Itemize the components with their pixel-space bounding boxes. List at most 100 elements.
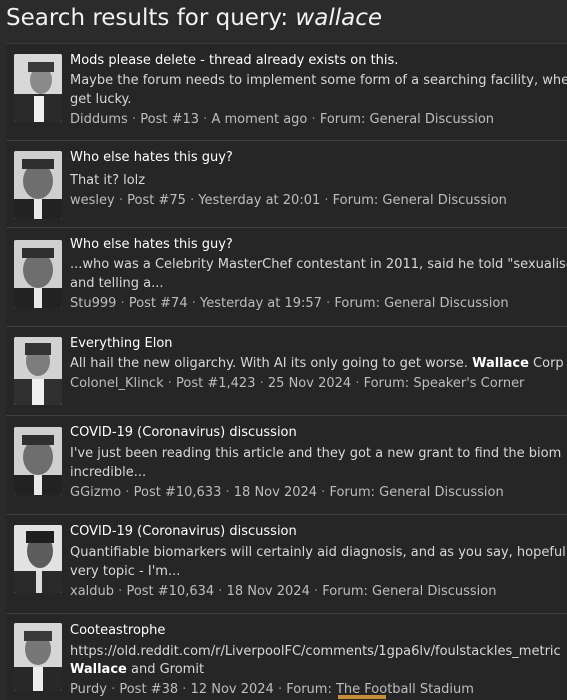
result-snippet-line: Quantifiable biomarkers will certainly a… xyxy=(70,545,566,560)
post-link[interactable]: Post #38 xyxy=(119,682,178,697)
author-link[interactable]: Purdy xyxy=(70,682,107,697)
forum-link[interactable]: Forum: General Discussion xyxy=(334,296,508,311)
forum-link[interactable]: Forum: General Discussion xyxy=(322,584,496,599)
result-snippet-line: I've just been reading this article and … xyxy=(70,446,562,461)
result-snippet-line: and telling a... xyxy=(70,276,164,291)
separator: · xyxy=(118,584,123,599)
result-text: COVID-19 (Coronavirus) discussion I've j… xyxy=(70,423,567,503)
result-title[interactable]: COVID-19 (Coronavirus) discussion xyxy=(70,522,567,542)
separator: · xyxy=(321,485,326,500)
separator: · xyxy=(167,376,172,391)
snippet-match: Wallace xyxy=(472,356,529,371)
snippet-text: All hail the new oligarchy. With AI its … xyxy=(70,356,473,371)
search-result-item[interactable]: Mods please delete - thread already exis… xyxy=(6,44,567,141)
result-text: Cooteastrophe https://old.reddit.com/r/L… xyxy=(70,621,567,700)
avatar[interactable] xyxy=(14,337,62,405)
separator: · xyxy=(120,296,125,311)
result-title[interactable]: COVID-19 (Coronavirus) discussion xyxy=(70,423,567,443)
result-title[interactable]: Who else hates this guy? xyxy=(70,235,567,255)
separator: · xyxy=(225,485,230,500)
post-time: A moment ago xyxy=(211,112,308,127)
separator: · xyxy=(277,682,283,697)
result-text: Who else hates this guy? That it? lolz w… xyxy=(70,148,567,211)
separator: · xyxy=(203,112,208,127)
snippet-text: and Gromit xyxy=(126,662,205,677)
author-link[interactable]: Colonel_Klinck xyxy=(70,376,164,391)
result-snippet-line: very topic - I'm... xyxy=(70,564,181,579)
search-result-item[interactable]: Who else hates this guy? That it? lolz w… xyxy=(6,141,567,228)
result-title[interactable]: Mods please delete - thread already exis… xyxy=(70,51,567,71)
result-meta: Diddums · Post #13 · A moment ago · Foru… xyxy=(70,110,567,130)
search-results-list: Mods please delete - thread already exis… xyxy=(6,43,567,700)
search-result-item[interactable]: Who else hates this guy? ...who was a Ce… xyxy=(6,228,567,327)
post-link[interactable]: Post #13 xyxy=(140,112,199,127)
result-text: Mods please delete - thread already exis… xyxy=(70,51,567,130)
author-link[interactable]: Diddums xyxy=(70,112,128,127)
author-link[interactable]: Stu999 xyxy=(70,296,116,311)
result-snippet-line: All hail the new oligarchy. With AI its … xyxy=(70,354,567,374)
separator: · xyxy=(125,485,130,500)
separator: · xyxy=(131,112,137,127)
snippet-text: Corp xyxy=(528,356,564,371)
page-title: Search results for query: wallace xyxy=(6,0,382,38)
separator: · xyxy=(311,112,316,127)
separator: · xyxy=(111,682,116,697)
avatar[interactable] xyxy=(14,525,62,593)
separator: · xyxy=(190,193,195,208)
post-time: Yesterday at 20:01 xyxy=(198,193,321,208)
result-snippet-line: Maybe the forum needs to implement some … xyxy=(70,73,567,88)
separator: · xyxy=(118,193,123,208)
forum-link[interactable]: Forum: General Discussion xyxy=(320,112,494,127)
post-link[interactable]: Post #75 xyxy=(127,193,186,208)
result-text: Who else hates this guy? ...who was a Ce… xyxy=(70,235,567,314)
result-text: Everything Elon All hail the new oligarc… xyxy=(70,334,567,394)
avatar[interactable] xyxy=(14,623,62,691)
result-meta: Purdy · Post #38 · 12 Nov 2024 · Forum: … xyxy=(70,680,567,700)
avatar[interactable] xyxy=(14,151,62,219)
avatar[interactable] xyxy=(14,240,62,308)
post-time: 18 Nov 2024 xyxy=(233,485,318,500)
result-snippet-line: ...who was a Celebrity MasterChef contes… xyxy=(70,257,567,272)
result-text: COVID-19 (Coronavirus) discussion Quanti… xyxy=(70,522,567,602)
separator: · xyxy=(191,296,196,311)
page-title-prefix: Search results for query: xyxy=(6,5,296,31)
search-result-item[interactable]: COVID-19 (Coronavirus) discussion Quanti… xyxy=(6,515,567,614)
result-snippet-line: https://old.reddit.com/r/LiverpoolFC/com… xyxy=(70,644,561,659)
author-link[interactable]: xaldub xyxy=(70,584,114,599)
post-link[interactable]: Post #10,633 xyxy=(134,485,222,500)
separator: · xyxy=(324,193,329,208)
avatar[interactable] xyxy=(14,54,62,122)
author-link[interactable]: GGizmo xyxy=(70,485,121,500)
post-time: 12 Nov 2024 xyxy=(190,682,274,697)
result-title[interactable]: Everything Elon xyxy=(70,334,567,354)
separator: · xyxy=(313,584,319,599)
forum-link[interactable]: Forum: General Discussion xyxy=(333,193,507,208)
post-link[interactable]: Post #10,634 xyxy=(126,584,214,599)
separator: · xyxy=(218,584,223,599)
result-snippet-line: get lucky. xyxy=(70,92,132,107)
result-meta: xaldub · Post #10,634 · 18 Nov 2024 · Fo… xyxy=(70,582,567,602)
separator: · xyxy=(355,376,360,391)
result-meta: Stu999 · Post #74 · Yesterday at 19:57 ·… xyxy=(70,294,567,314)
post-link[interactable]: Post #74 xyxy=(129,296,188,311)
search-result-item[interactable]: Cooteastrophe https://old.reddit.com/r/L… xyxy=(6,614,567,700)
result-meta: wesley · Post #75 · Yesterday at 20:01 ·… xyxy=(70,191,567,211)
avatar[interactable] xyxy=(14,427,62,495)
separator: · xyxy=(182,682,187,697)
post-time: 25 Nov 2024 xyxy=(267,376,352,391)
result-snippet-line: Wallace and Gromit xyxy=(70,660,567,680)
result-snippet-line: incredible... xyxy=(70,465,147,480)
post-time: Yesterday at 19:57 xyxy=(200,296,322,311)
search-query: wallace xyxy=(295,5,382,31)
post-link[interactable]: Post #1,423 xyxy=(176,376,255,391)
result-meta: Colonel_Klinck · Post #1,423 · 25 Nov 20… xyxy=(70,374,567,394)
search-result-item[interactable]: COVID-19 (Coronavirus) discussion I've j… xyxy=(6,416,567,515)
result-meta: GGizmo · Post #10,633 · 18 Nov 2024 · Fo… xyxy=(70,483,567,503)
forum-link[interactable]: Forum: General Discussion xyxy=(329,485,503,500)
result-title[interactable]: Cooteastrophe xyxy=(70,621,567,641)
search-result-item[interactable]: Everything Elon All hail the new oligarc… xyxy=(6,327,567,416)
author-link[interactable]: wesley xyxy=(70,193,115,208)
post-time: 18 Nov 2024 xyxy=(226,584,310,599)
forum-link[interactable]: Forum: Speaker's Corner xyxy=(364,376,525,391)
result-title[interactable]: Who else hates this guy? xyxy=(70,148,567,168)
